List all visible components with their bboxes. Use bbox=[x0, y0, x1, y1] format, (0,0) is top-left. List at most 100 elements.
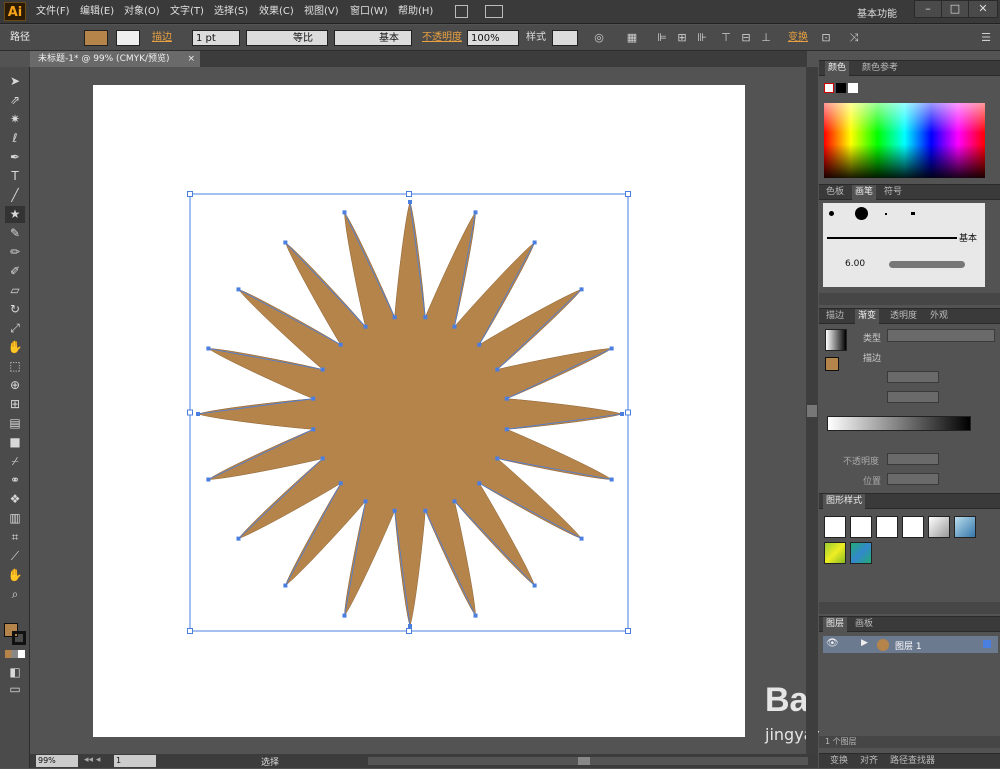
anchor-point[interactable] bbox=[363, 499, 368, 504]
anchor-point[interactable] bbox=[620, 412, 624, 416]
bbox-handle[interactable] bbox=[406, 628, 412, 634]
anchor-point[interactable] bbox=[236, 287, 241, 292]
menu-edit[interactable]: 编辑(E) bbox=[80, 4, 114, 20]
lasso-icon[interactable]: ℓ bbox=[5, 130, 25, 147]
artboard-field[interactable]: 1 bbox=[114, 755, 156, 767]
anchor-point[interactable] bbox=[320, 456, 325, 461]
anchor-point[interactable] bbox=[504, 396, 509, 401]
layer-target-icon[interactable] bbox=[983, 640, 991, 648]
vertical-scrollbar[interactable] bbox=[806, 67, 818, 754]
bbox-handle[interactable] bbox=[625, 191, 631, 197]
close-tab-icon[interactable]: × bbox=[187, 51, 195, 67]
tab-transform[interactable]: 变换 bbox=[827, 754, 851, 769]
type-icon[interactable]: T bbox=[5, 168, 25, 185]
gradient-slider[interactable] bbox=[827, 416, 971, 431]
basic-brush-line[interactable] bbox=[827, 237, 957, 239]
anchor-point[interactable] bbox=[609, 477, 614, 482]
style-shadow[interactable] bbox=[928, 516, 950, 538]
draw-mode-icon[interactable]: ◧ bbox=[5, 664, 25, 681]
scale-icon[interactable]: ⤢ bbox=[5, 320, 25, 337]
zoom-icon[interactable]: ⌕ bbox=[5, 586, 25, 603]
anchor-point[interactable] bbox=[392, 508, 397, 513]
align-right-icon[interactable]: ⊪ bbox=[694, 30, 710, 46]
anchor-point[interactable] bbox=[236, 536, 241, 541]
gradient-opacity-field[interactable] bbox=[887, 453, 939, 465]
menu-file[interactable]: 文件(F) bbox=[36, 4, 70, 20]
workspace-switcher[interactable]: 基本功能 bbox=[857, 5, 897, 20]
tab-align[interactable]: 对齐 bbox=[857, 754, 881, 769]
layer-row[interactable]: 👁 ▶ 图层 1 bbox=[823, 636, 998, 653]
blend-icon[interactable]: ⚭ bbox=[5, 472, 25, 489]
fill-swatch[interactable] bbox=[84, 30, 108, 46]
zoom-field[interactable]: 99% bbox=[36, 755, 78, 767]
style-green-pattern[interactable] bbox=[824, 542, 846, 564]
opacity-label[interactable]: 不透明度 bbox=[422, 30, 462, 46]
align-bottom-icon[interactable]: ⊥ bbox=[758, 30, 774, 46]
slice-icon[interactable]: ⟋ bbox=[5, 548, 25, 565]
eye-icon[interactable]: 👁 bbox=[826, 638, 839, 649]
anchor-point[interactable] bbox=[338, 342, 343, 347]
recolor-icon[interactable]: ◎ bbox=[591, 30, 607, 46]
anchor-point[interactable] bbox=[452, 324, 457, 329]
anchor-point[interactable] bbox=[342, 210, 347, 215]
tab-gradient[interactable]: 渐变 bbox=[855, 309, 880, 324]
tab-brushes[interactable]: 画笔 bbox=[852, 185, 877, 200]
screen-mode-icon[interactable]: ▭ bbox=[5, 681, 25, 698]
tab-swatches[interactable]: 色板 bbox=[823, 185, 847, 200]
tab-appearance[interactable]: 外观 bbox=[927, 309, 951, 324]
anchor-point[interactable] bbox=[495, 367, 500, 372]
hand-icon[interactable]: ✋ bbox=[5, 567, 25, 584]
anchor-point[interactable] bbox=[579, 536, 584, 541]
menu-help[interactable]: 帮助(H) bbox=[398, 4, 433, 20]
anchor-point[interactable] bbox=[504, 427, 509, 432]
style-picker[interactable] bbox=[552, 30, 578, 46]
stroke-weight-input[interactable]: 1 pt bbox=[192, 30, 240, 46]
anchor-point[interactable] bbox=[342, 613, 347, 618]
style-none-fill[interactable] bbox=[850, 516, 872, 538]
pen-icon[interactable]: ✒ bbox=[5, 149, 25, 166]
variable-width-profile[interactable]: 等比 bbox=[246, 30, 328, 46]
hscroll-thumb[interactable] bbox=[578, 757, 590, 765]
anchor-point[interactable] bbox=[311, 427, 316, 432]
color-mode-icons[interactable] bbox=[5, 650, 25, 658]
brush-definition[interactable]: 基本 bbox=[334, 30, 412, 46]
rotate-icon[interactable]: ↻ bbox=[5, 301, 25, 318]
brush-dot-small[interactable] bbox=[829, 211, 834, 216]
free-transform-icon[interactable]: ⬚ bbox=[5, 358, 25, 375]
gradient-preview[interactable] bbox=[825, 329, 847, 351]
bbox-handle[interactable] bbox=[187, 409, 193, 416]
anchor-point[interactable] bbox=[473, 613, 478, 618]
anchor-point[interactable] bbox=[423, 315, 428, 320]
toolbar-stroke-swatch[interactable] bbox=[12, 631, 26, 645]
anchor-point[interactable] bbox=[338, 481, 343, 486]
anchor-point[interactable] bbox=[196, 412, 200, 416]
tab-symbols[interactable]: 符号 bbox=[881, 185, 905, 200]
anchor-point[interactable] bbox=[283, 240, 288, 245]
anchor-point[interactable] bbox=[320, 367, 325, 372]
anchor-point[interactable] bbox=[311, 396, 316, 401]
artboard-icon[interactable]: ⌗ bbox=[5, 529, 25, 546]
expand-arrow-icon[interactable]: ▶ bbox=[861, 638, 868, 648]
line-icon[interactable]: ╱ bbox=[5, 187, 25, 204]
anchor-point[interactable] bbox=[408, 200, 412, 204]
brush-stroke-preview[interactable] bbox=[889, 261, 965, 268]
star-shape[interactable] bbox=[197, 201, 623, 627]
anchor-point[interactable] bbox=[532, 240, 537, 245]
eraser-icon[interactable]: ▱ bbox=[5, 282, 25, 299]
anchor-point[interactable] bbox=[579, 287, 584, 292]
direct-selection-icon[interactable]: ⇗ bbox=[5, 92, 25, 109]
paintbrush-icon[interactable]: ✎ bbox=[5, 225, 25, 242]
gradient-aspect-field[interactable] bbox=[887, 391, 939, 403]
envelope-icon[interactable]: ⤨ bbox=[846, 30, 862, 46]
star-icon[interactable]: ★ bbox=[5, 206, 25, 223]
anchor-point[interactable] bbox=[408, 624, 412, 628]
brush-dot-large[interactable] bbox=[855, 207, 868, 220]
document-tab[interactable]: 未标题-1* @ 99% (CMYK/预览) × bbox=[30, 51, 200, 67]
magic-wand-icon[interactable]: ✷ bbox=[5, 111, 25, 128]
layer-name[interactable]: 图层 1 bbox=[895, 639, 922, 652]
maximize-button[interactable]: □ bbox=[941, 0, 969, 18]
black-swatch[interactable] bbox=[836, 83, 846, 93]
style-white[interactable] bbox=[876, 516, 898, 538]
column-graph-icon[interactable]: ▥ bbox=[5, 510, 25, 527]
menu-select[interactable]: 选择(S) bbox=[214, 4, 248, 20]
